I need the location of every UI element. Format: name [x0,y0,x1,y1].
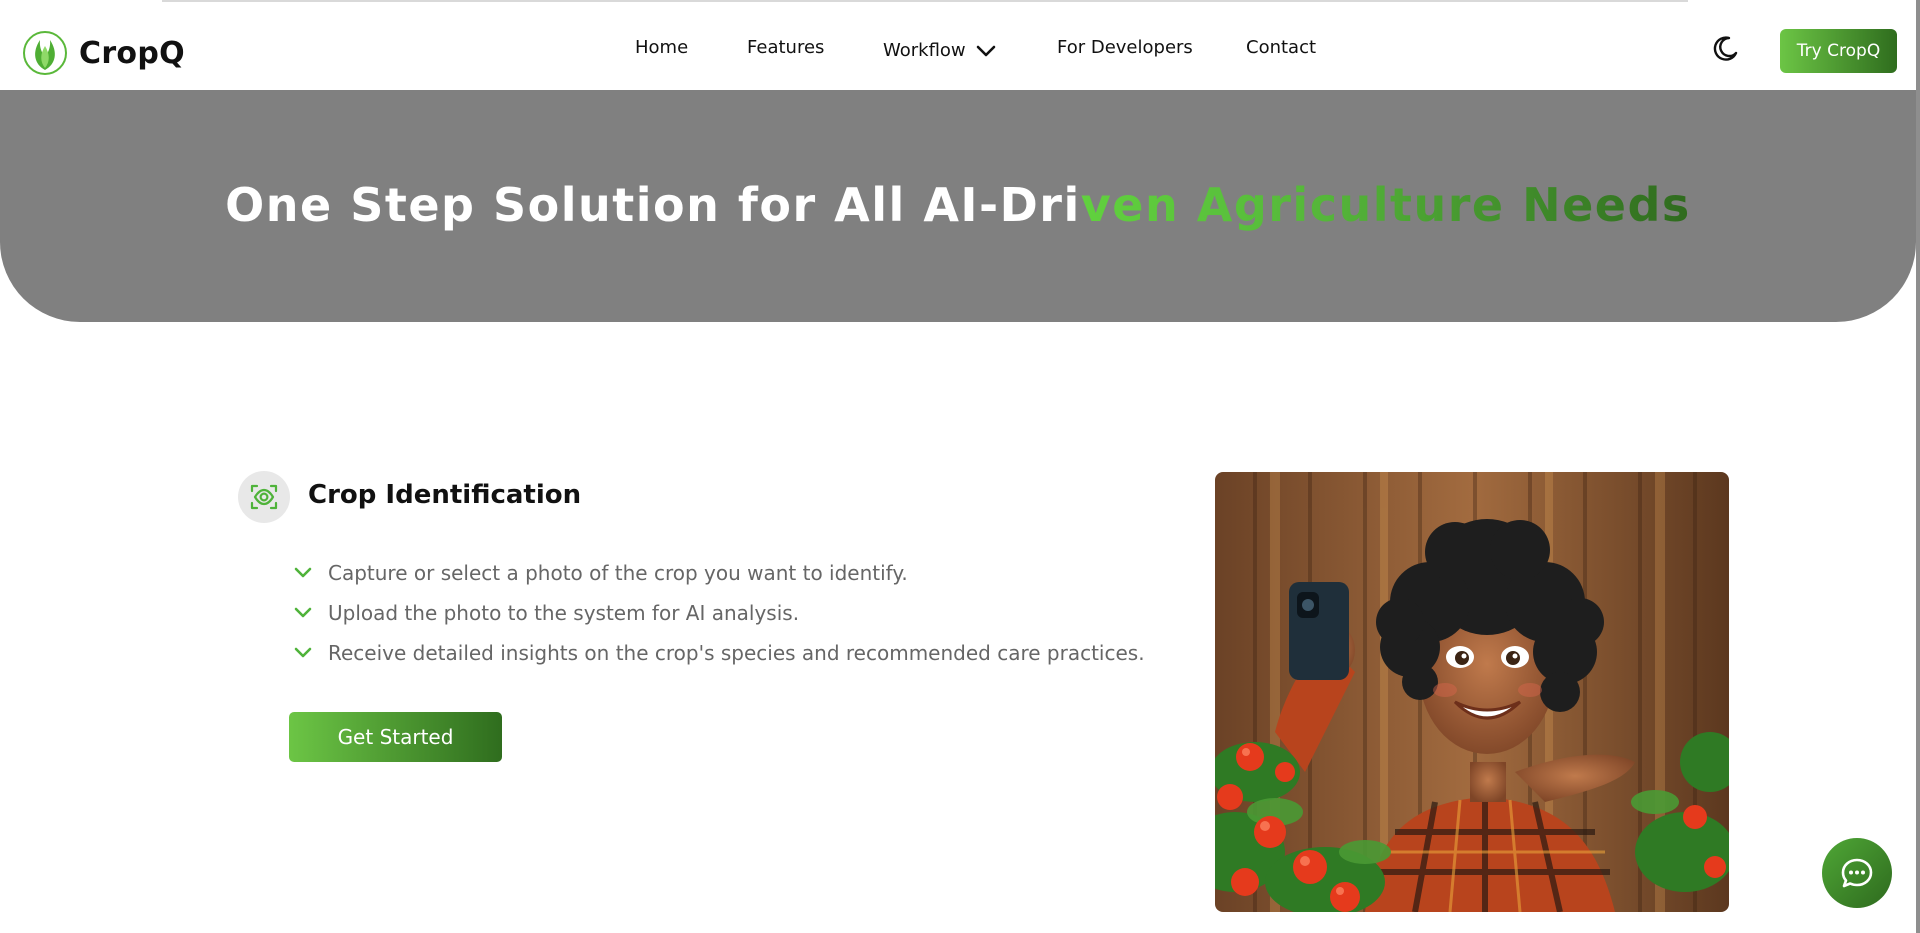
hero-title-highlight: ven Agriculture Needs [1080,178,1691,232]
eye-scan-icon [250,484,278,510]
list-item: Receive detailed insights on the crop's … [292,633,1145,673]
theme-toggle-button[interactable] [1710,34,1740,64]
step-text: Receive detailed insights on the crop's … [328,641,1145,665]
page-scrollbar[interactable] [1916,0,1920,933]
check-icon [294,607,312,618]
hero-title: One Step Solution for All AI-Driven Agri… [0,178,1916,232]
top-strip [162,0,1688,2]
chat-button[interactable] [1822,838,1892,908]
chevron-down-icon [976,45,995,56]
nav-workflow[interactable]: Workflow [883,40,996,61]
list-item: Capture or select a photo of the crop yo… [292,553,1145,593]
step-text: Capture or select a photo of the crop yo… [328,561,908,585]
nav-features[interactable]: Features [747,37,824,58]
nav-for-developers[interactable]: For Developers [1057,37,1193,58]
hero-banner: One Step Solution for All AI-Driven Agri… [0,90,1916,322]
list-item: Upload the photo to the system for AI an… [292,593,1145,633]
feature-steps-list: Capture or select a photo of the crop yo… [292,553,1145,673]
feature-illustration [1215,472,1729,912]
nav-workflow-label: Workflow [883,40,966,61]
hero-title-plain: One Step Solution for All AI-Dri [225,178,1081,232]
main-nav: Home Features Workflow For Developers Co… [0,37,1920,67]
check-icon [294,647,312,658]
farmer-photo-illustration [1215,472,1729,912]
feature-title: Crop Identification [308,480,582,510]
moon-icon [1713,36,1738,61]
get-started-button[interactable]: Get Started [289,712,502,762]
step-text: Upload the photo to the system for AI an… [328,601,800,625]
feature-icon-badge [238,471,290,523]
check-icon [294,567,312,578]
nav-contact[interactable]: Contact [1246,37,1316,58]
navbar: CropQ Home Features Workflow For Develop… [0,10,1916,90]
chat-bubble-icon [1841,858,1873,888]
nav-home[interactable]: Home [635,37,688,58]
try-cropq-button[interactable]: Try CropQ [1780,29,1897,73]
